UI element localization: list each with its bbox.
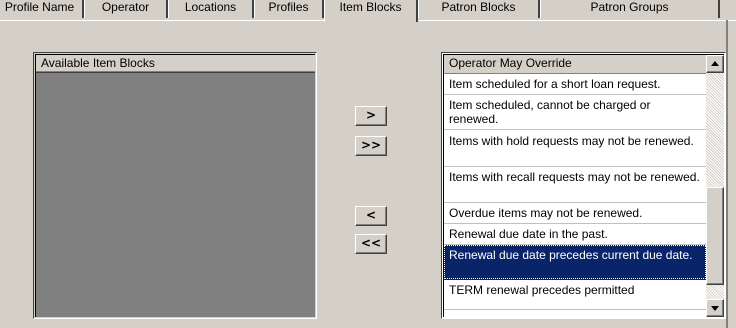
remove-all-button[interactable]: <<	[355, 234, 387, 254]
tab-label: Profiles	[268, 0, 309, 14]
list-body[interactable]: Operator May Override Item scheduled for…	[443, 54, 724, 317]
remove-button[interactable]: <	[355, 206, 387, 226]
tab-label: Operator	[101, 0, 150, 14]
add-button[interactable]: >	[355, 106, 387, 126]
tab-label: Patron Groups	[590, 0, 669, 14]
list-item[interactable]: Overdue items may not be renewed.	[444, 203, 706, 224]
available-item-blocks-list[interactable]: Available Item Blocks	[33, 52, 317, 319]
add-all-button[interactable]: >>	[355, 136, 387, 156]
tab-profiles[interactable]: Profiles	[254, 0, 324, 18]
arrow-up-icon	[711, 61, 719, 66]
tab-locations[interactable]: Locations	[168, 0, 254, 18]
tab-label: Patron Blocks	[441, 0, 516, 14]
tab-profile-name[interactable]: Profile Name	[0, 0, 84, 18]
list-item[interactable]: Item scheduled for a short loan request.	[444, 75, 706, 95]
list-item[interactable]: Item scheduled, cannot be charged or ren…	[444, 95, 706, 130]
scroll-up-button[interactable]	[706, 55, 724, 73]
list-item[interactable]: Items with hold requests may not be rene…	[444, 130, 706, 167]
scroll-down-button[interactable]	[706, 299, 724, 317]
available-list-header[interactable]: Available Item Blocks	[36, 55, 315, 73]
tab-operator[interactable]: Operator	[84, 0, 168, 18]
tab-strip: Profile Name Operator Locations Profiles…	[0, 0, 736, 26]
panel-edge	[726, 20, 728, 328]
list-body[interactable]: Available Item Blocks	[35, 54, 315, 317]
override-list-header[interactable]: Operator May Override	[444, 55, 706, 74]
list-item[interactable]: Renewal due date in the past.	[444, 224, 706, 245]
tab-label: Locations	[184, 0, 237, 14]
tab-patron-groups[interactable]: Patron Groups	[540, 0, 720, 18]
scroll-thumb[interactable]	[706, 187, 724, 285]
list-item-selected[interactable]: Renewal due date precedes current due da…	[444, 245, 706, 280]
tab-patron-blocks[interactable]: Patron Blocks	[418, 0, 540, 18]
operator-may-override-list[interactable]: Operator May Override Item scheduled for…	[441, 52, 726, 319]
arrow-down-icon	[711, 306, 719, 311]
tab-label: Item Blocks	[339, 0, 402, 14]
tab-label: Profile Name	[4, 0, 75, 14]
list-item[interactable]: Items with recall requests may not be re…	[444, 167, 706, 203]
vertical-scrollbar[interactable]	[706, 55, 724, 317]
override-rows: Item scheduled for a short loan request.…	[444, 75, 706, 310]
tab-item-blocks[interactable]: Item Blocks	[324, 0, 418, 22]
list-item[interactable]: TERM renewal precedes permitted	[444, 280, 706, 310]
